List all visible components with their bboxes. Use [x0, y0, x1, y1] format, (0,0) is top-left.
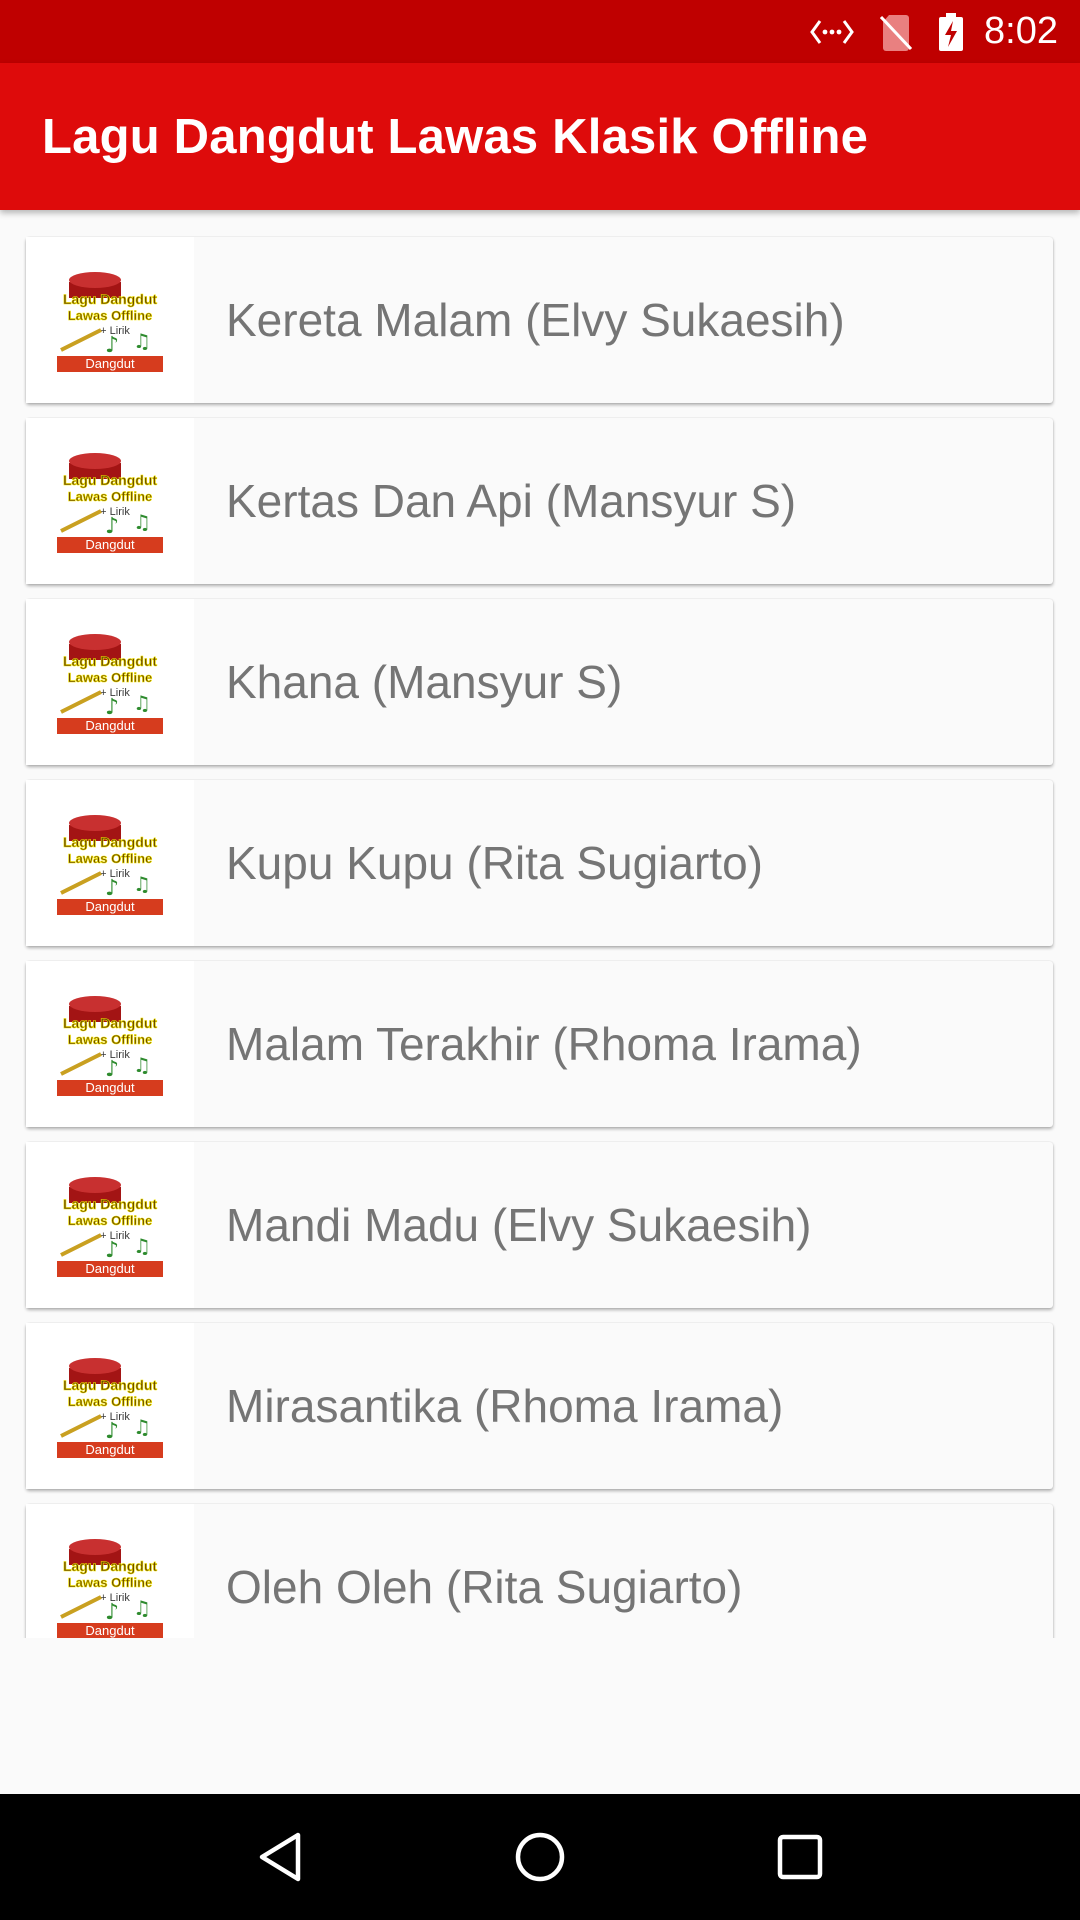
svg-text:Dangdut: Dangdut — [85, 356, 135, 371]
svg-text:♪: ♪ — [105, 876, 119, 901]
svg-text:♫: ♫ — [133, 510, 151, 534]
back-icon[interactable] — [235, 1812, 325, 1902]
svg-text:♪: ♪ — [105, 695, 119, 720]
svg-text:♫: ♫ — [133, 872, 151, 896]
svg-text:Dangdut: Dangdut — [85, 1261, 135, 1276]
home-icon[interactable] — [495, 1812, 585, 1902]
svg-text:♪: ♪ — [105, 1057, 119, 1082]
song-list-item[interactable]: Lagu Dangdut Lawas Offline + Lirik ♪ ♫ D… — [26, 780, 1053, 946]
navigation-bar — [0, 1794, 1080, 1920]
recents-icon[interactable] — [755, 1812, 845, 1902]
battery-charging-icon — [938, 12, 964, 51]
no-sim-icon — [880, 13, 913, 51]
song-list-item[interactable]: Lagu Dangdut Lawas Offline + Lirik ♪ ♫ D… — [26, 1504, 1053, 1638]
svg-text:Dangdut: Dangdut — [85, 1080, 135, 1095]
song-title: Kertas Dan Api (Mansyur S) — [226, 475, 797, 527]
status-time: 8:02 — [984, 10, 1058, 52]
svg-text:♫: ♫ — [133, 329, 151, 353]
song-thumbnail: Lagu Dangdut Lawas Offline + Lirik ♪ ♫ D… — [26, 237, 194, 403]
svg-text:♪: ♪ — [105, 1238, 119, 1263]
song-thumbnail: Lagu Dangdut Lawas Offline + Lirik ♪ ♫ D… — [26, 599, 194, 765]
svg-text:Lawas Offline: Lawas Offline — [68, 670, 153, 685]
song-list-item[interactable]: Lagu Dangdut Lawas Offline + Lirik ♪ ♫ D… — [26, 961, 1053, 1127]
song-list-item[interactable]: Lagu Dangdut Lawas Offline + Lirik ♪ ♫ D… — [26, 237, 1053, 403]
song-title: Malam Terakhir (Rhoma Irama) — [226, 1018, 862, 1070]
song-thumbnail: Lagu Dangdut Lawas Offline + Lirik ♪ ♫ D… — [26, 418, 194, 584]
song-list-item[interactable]: Lagu Dangdut Lawas Offline + Lirik ♪ ♫ D… — [26, 418, 1053, 584]
svg-text:Lawas Offline: Lawas Offline — [68, 489, 153, 504]
song-thumbnail: Lagu Dangdut Lawas Offline + Lirik ♪ ♫ D… — [26, 1504, 194, 1638]
svg-text:♪: ♪ — [105, 1419, 119, 1444]
svg-text:♫: ♫ — [133, 1415, 151, 1439]
song-thumbnail: Lagu Dangdut Lawas Offline + Lirik ♪ ♫ D… — [26, 780, 194, 946]
svg-text:♫: ♫ — [133, 1596, 151, 1620]
song-title: Mandi Madu (Elvy Sukaesih) — [226, 1199, 812, 1251]
svg-text:Lagu Dangdut: Lagu Dangdut — [63, 1015, 157, 1031]
svg-text:Lawas Offline: Lawas Offline — [68, 851, 153, 866]
song-title: Oleh Oleh (Rita Sugiarto) — [226, 1561, 743, 1613]
svg-text:Lagu Dangdut: Lagu Dangdut — [63, 472, 157, 488]
song-title: Mirasantika (Rhoma Irama) — [226, 1380, 784, 1432]
song-list[interactable]: Lagu Dangdut Lawas Offline + Lirik ♪ ♫ D… — [0, 210, 1080, 1638]
svg-text:♪: ♪ — [105, 333, 119, 358]
svg-text:Lawas Offline: Lawas Offline — [68, 1394, 153, 1409]
svg-text:Lagu Dangdut: Lagu Dangdut — [63, 1377, 157, 1393]
svg-text:♫: ♫ — [133, 1053, 151, 1077]
svg-text:♪: ♪ — [105, 514, 119, 539]
svg-text:Dangdut: Dangdut — [85, 718, 135, 733]
svg-text:Lagu Dangdut: Lagu Dangdut — [63, 291, 157, 307]
svg-text:Lawas Offline: Lawas Offline — [68, 1575, 153, 1590]
svg-text:Dangdut: Dangdut — [85, 1623, 135, 1638]
song-list-item[interactable]: Lagu Dangdut Lawas Offline + Lirik ♪ ♫ D… — [26, 1323, 1053, 1489]
svg-text:♪: ♪ — [105, 1600, 119, 1625]
svg-text:Lawas Offline: Lawas Offline — [68, 308, 153, 323]
svg-text:Dangdut: Dangdut — [85, 1442, 135, 1457]
song-list-item[interactable]: Lagu Dangdut Lawas Offline + Lirik ♪ ♫ D… — [26, 599, 1053, 765]
song-thumbnail: Lagu Dangdut Lawas Offline + Lirik ♪ ♫ D… — [26, 1323, 194, 1489]
svg-text:♫: ♫ — [133, 1234, 151, 1258]
svg-text:♫: ♫ — [133, 691, 151, 715]
status-bar: 8:02 — [0, 0, 1080, 63]
song-list-item[interactable]: Lagu Dangdut Lawas Offline + Lirik ♪ ♫ D… — [26, 1142, 1053, 1308]
song-title: Khana (Mansyur S) — [226, 656, 623, 708]
app-bar: Lagu Dangdut Lawas Klasik Offline — [0, 63, 1080, 210]
app-title: Lagu Dangdut Lawas Klasik Offline — [42, 109, 869, 164]
svg-text:Lagu Dangdut: Lagu Dangdut — [63, 653, 157, 669]
svg-text:Dangdut: Dangdut — [85, 537, 135, 552]
svg-text:Lagu Dangdut: Lagu Dangdut — [63, 1196, 157, 1212]
developer-mode-icon — [810, 17, 854, 47]
svg-text:Dangdut: Dangdut — [85, 899, 135, 914]
svg-text:Lawas Offline: Lawas Offline — [68, 1032, 153, 1047]
song-title: Kereta Malam (Elvy Sukaesih) — [226, 294, 845, 346]
song-title: Kupu Kupu (Rita Sugiarto) — [226, 837, 763, 889]
svg-text:Lawas Offline: Lawas Offline — [68, 1213, 153, 1228]
svg-text:Lagu Dangdut: Lagu Dangdut — [63, 834, 157, 850]
svg-text:Lagu Dangdut: Lagu Dangdut — [63, 1558, 157, 1574]
song-thumbnail: Lagu Dangdut Lawas Offline + Lirik ♪ ♫ D… — [26, 961, 194, 1127]
song-thumbnail: Lagu Dangdut Lawas Offline + Lirik ♪ ♫ D… — [26, 1142, 194, 1308]
